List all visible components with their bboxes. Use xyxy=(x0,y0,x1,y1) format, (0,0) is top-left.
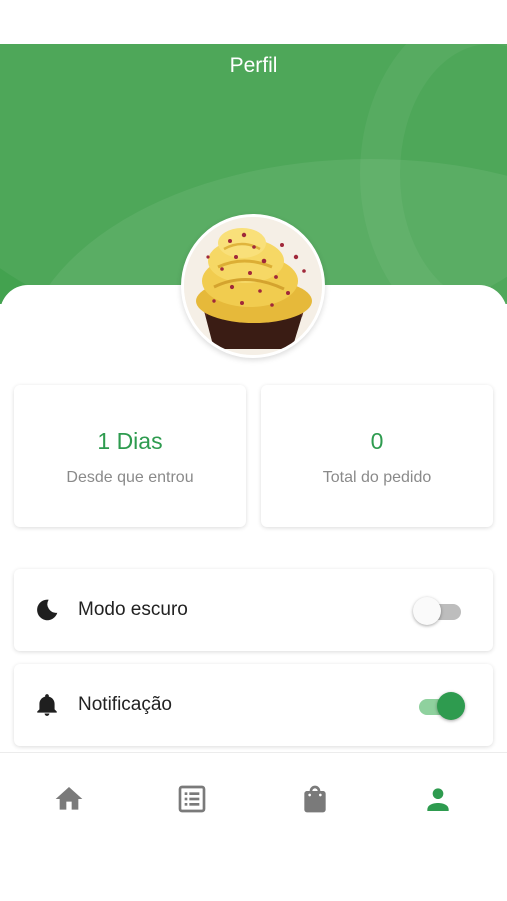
stat-label-days: Desde que entrou xyxy=(66,469,194,486)
nav-profile[interactable] xyxy=(418,779,458,819)
stat-value-orders: 0 xyxy=(370,428,384,454)
person-icon xyxy=(427,788,449,811)
notification-toggle[interactable] xyxy=(413,691,467,721)
bottom-navigation xyxy=(0,752,507,901)
nav-orders-list[interactable] xyxy=(172,779,212,819)
stat-label-orders: Total do pedido xyxy=(322,469,432,486)
stat-value-days: 1 Dias xyxy=(97,428,163,454)
setting-row-notification[interactable]: Notificação xyxy=(14,664,493,746)
setting-label-notification: Notificação xyxy=(78,694,172,715)
nav-shopping-bag[interactable] xyxy=(295,779,335,819)
shopping-bag-icon xyxy=(304,785,326,813)
home-icon xyxy=(55,787,83,810)
list-icon xyxy=(178,785,206,813)
moon-icon xyxy=(37,599,58,621)
setting-label-dark-mode: Modo escuro xyxy=(78,599,188,620)
status-bar xyxy=(0,0,507,44)
page-title: Perfil xyxy=(229,54,278,77)
toggle-thumb xyxy=(437,692,465,720)
cupcake-photo xyxy=(184,217,322,355)
nav-home[interactable] xyxy=(49,779,89,819)
setting-row-dark-mode[interactable]: Modo escuro xyxy=(14,569,493,651)
bell-icon xyxy=(37,694,57,716)
stat-card-orders: 0 Total do pedido xyxy=(261,385,493,527)
dark-mode-toggle[interactable] xyxy=(413,596,467,626)
stat-card-days: 1 Dias Desde que entrou xyxy=(14,385,246,527)
avatar[interactable] xyxy=(181,214,325,358)
header-wave-decoration xyxy=(360,44,507,304)
toggle-thumb xyxy=(413,597,441,625)
